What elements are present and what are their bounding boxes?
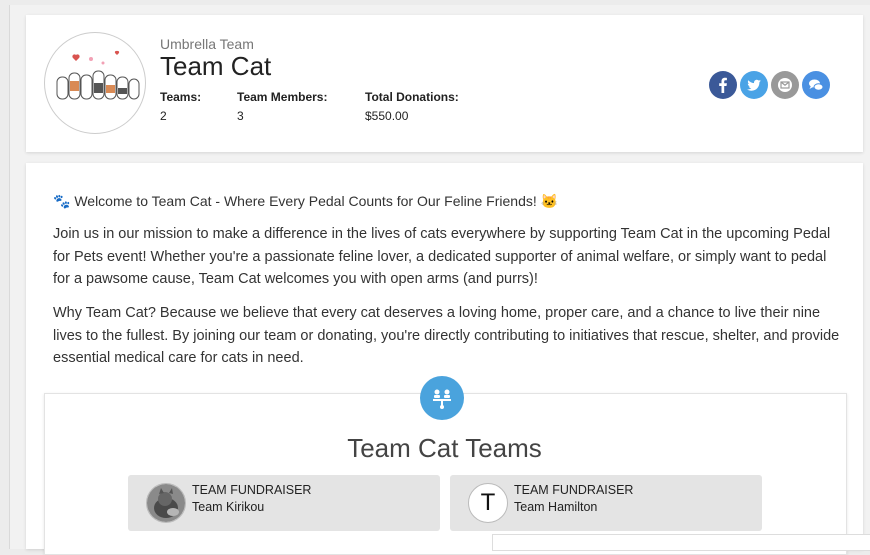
floating-panel-edge (492, 534, 870, 551)
facebook-share-button[interactable] (709, 71, 737, 99)
twitter-share-button[interactable] (740, 71, 768, 99)
team-avatar (146, 483, 186, 523)
chat-share-button[interactable] (802, 71, 830, 99)
members-stat-value: 3 (237, 109, 244, 123)
team-logo (44, 32, 146, 134)
description-paragraph-2: Why Team Cat? Because we believe that ev… (53, 305, 840, 366)
team-name-link[interactable]: Team Hamilton (514, 500, 597, 514)
team-kind-label: TEAM FUNDRAISER (514, 483, 634, 497)
facebook-icon (719, 77, 727, 93)
team-card-kirikou[interactable]: TEAM FUNDRAISER Team Kirikou (128, 475, 440, 531)
team-card-hamilton[interactable]: T TEAM FUNDRAISER Team Hamilton (450, 475, 762, 531)
email-icon (778, 78, 792, 92)
welcome-heading: 🐾 Welcome to Team Cat - Where Every Peda… (53, 193, 559, 209)
email-share-button[interactable] (771, 71, 799, 99)
twitter-icon (747, 79, 761, 91)
chat-icon (809, 79, 824, 91)
umbrella-team-label: Umbrella Team (160, 36, 254, 52)
teams-hierarchy-icon (420, 376, 464, 420)
teams-stat-label: Teams: (160, 90, 202, 104)
avatar-initial: T (480, 489, 496, 516)
team-header: Umbrella Team Team Cat Teams: 2 Team Mem… (26, 15, 863, 152)
members-stat-label: Team Members: (237, 90, 328, 104)
donations-stat-label: Total Donations: (365, 90, 459, 104)
donations-stat-value: $550.00 (365, 109, 409, 123)
team-name-link[interactable]: Team Kirikou (192, 500, 264, 514)
team-kind-label: TEAM FUNDRAISER (192, 483, 312, 497)
description-paragraph-1: Join us in our mission to make a differe… (53, 226, 831, 287)
page-title: Team Cat (160, 51, 272, 81)
teams-stat-value: 2 (160, 109, 167, 123)
team-avatar: T (468, 483, 508, 523)
teams-section-title: Team Cat Teams (347, 433, 542, 463)
